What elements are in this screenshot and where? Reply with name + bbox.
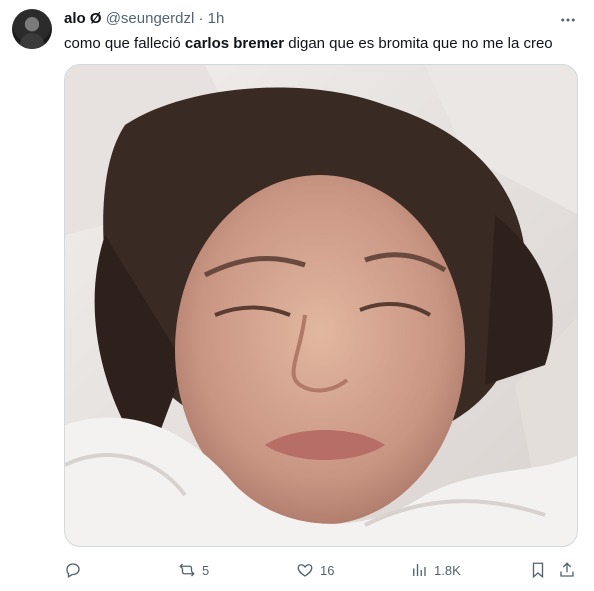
views-count: 1.8K [434,562,461,578]
tweet-header: alo Ø @seungerdzl · 1h [64,10,224,28]
tweet-text: como que falleció carlos bremer digan qu… [64,34,553,54]
tweet-text-end: digan que es bromita que no me la creo [284,35,553,52]
action-bar: 5 16 1.8K [64,556,580,584]
tweet-photo[interactable] [64,64,578,547]
share-button[interactable] [558,556,576,584]
heart-icon [297,564,313,577]
bookmark-button[interactable] [529,556,547,584]
tweet: alo Ø @seungerdzl · 1h como que falleció… [0,0,594,591]
avatar[interactable] [12,9,52,49]
retweet-icon [179,563,195,577]
views-button[interactable]: 1.8K [410,556,461,584]
retweet-count: 5 [202,562,210,578]
tweet-text-bold: carlos bremer [184,35,285,52]
photo-illustration [65,65,577,546]
share-icon [560,562,574,577]
views-icon [413,564,426,576]
reply-button[interactable] [64,556,88,584]
timestamp[interactable]: 1h [208,10,225,27]
author-handle[interactable]: @seungerdzl [106,10,195,27]
retweet-button[interactable]: 5 [178,556,209,584]
like-count: 16 [320,562,335,578]
author-name[interactable]: alo Ø [64,10,102,27]
more-options-icon[interactable] [556,8,580,32]
separator: · [198,10,204,27]
tweet-text-start: como que falleció [64,35,185,52]
like-button[interactable]: 16 [296,556,334,584]
reply-icon [66,563,80,578]
bookmark-icon [532,562,544,579]
